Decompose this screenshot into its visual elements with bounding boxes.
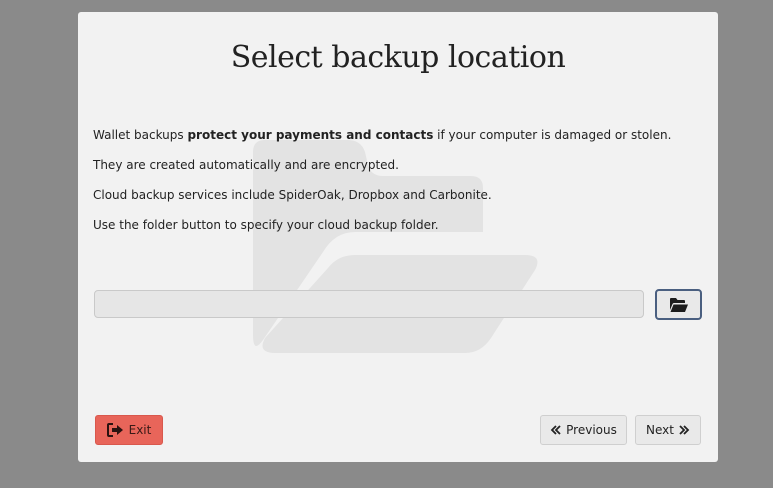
backup-folder-path-input[interactable]	[94, 290, 644, 318]
description-text: Wallet backups protect your payments and…	[93, 128, 703, 248]
sign-out-icon	[106, 423, 125, 437]
description-bold-text: protect your payments and contacts	[187, 128, 434, 142]
description-paragraph-1: Wallet backups protect your payments and…	[93, 128, 703, 143]
description-paragraph-2: They are created automatically and are e…	[93, 158, 399, 172]
exit-button-label: Exit	[128, 423, 152, 437]
folder-open-icon	[669, 297, 689, 313]
next-button[interactable]: Next	[635, 415, 701, 445]
double-chevron-left-icon	[550, 424, 562, 436]
backup-location-dialog: Select backup location Wallet backups pr…	[78, 12, 718, 462]
choose-folder-button[interactable]	[655, 289, 702, 320]
exit-button[interactable]: Exit	[95, 415, 163, 445]
description-text-1a: Wallet backups	[93, 128, 188, 142]
page-title: Select backup location	[230, 40, 566, 75]
previous-button[interactable]: Previous	[540, 415, 627, 445]
description-paragraph-3: Cloud backup services include SpiderOak,…	[93, 188, 492, 202]
description-paragraph-4: Use the folder button to specify your cl…	[93, 218, 439, 232]
description-text-1b: if your computer is damaged or stolen.	[433, 128, 672, 142]
next-button-label: Next	[646, 423, 674, 437]
double-chevron-right-icon	[678, 424, 690, 436]
previous-button-label: Previous	[566, 423, 617, 437]
